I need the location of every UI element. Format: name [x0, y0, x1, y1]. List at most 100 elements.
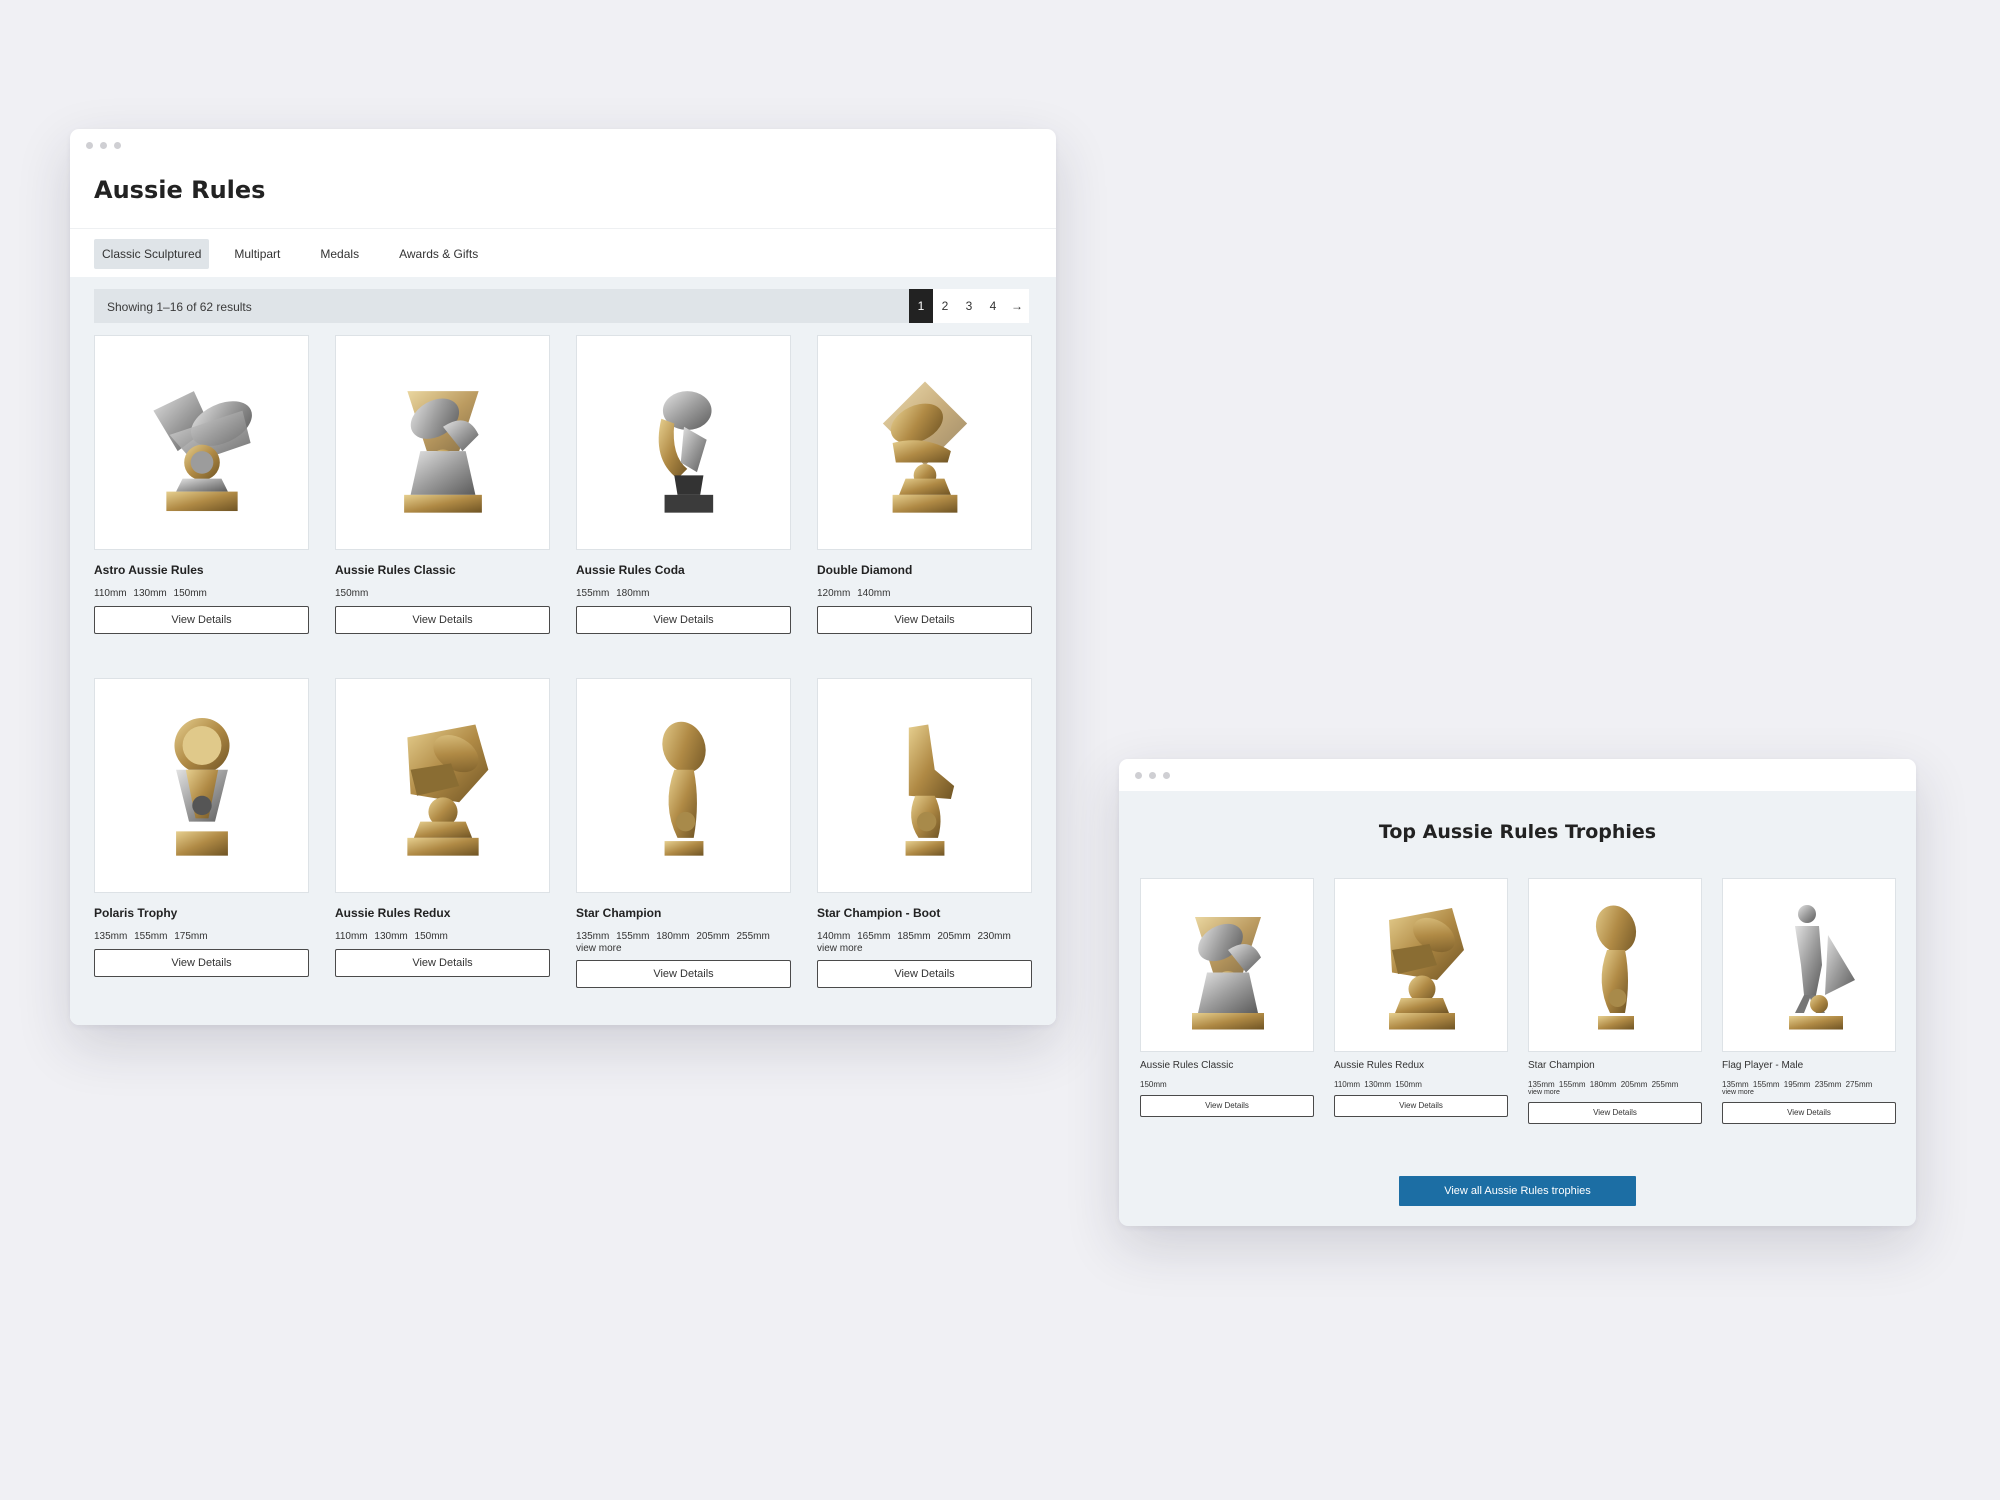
product-image[interactable]	[1722, 878, 1896, 1052]
tab-classic-sculptured[interactable]: Classic Sculptured	[94, 239, 210, 269]
product-sizes: 135mm 155mm 180mm 205mm 255mm	[576, 931, 770, 942]
product-image[interactable]	[817, 335, 1032, 550]
trophy-icon	[658, 391, 714, 513]
product-image[interactable]	[1528, 878, 1702, 1052]
trophy-icon	[1389, 908, 1464, 1030]
view-details-button[interactable]: View Details	[1722, 1102, 1896, 1124]
product-sizes: 150mm	[335, 588, 369, 599]
view-details-button[interactable]: View Details	[1140, 1095, 1314, 1117]
product-card: Aussie Rules Redux 110mm 130mm 150mm Vie…	[335, 678, 550, 988]
product-grid-row-1: Astro Aussie Rules 110mm 130mm 150mm Vie…	[94, 335, 1032, 634]
view-details-button[interactable]: View Details	[94, 606, 309, 634]
page-2[interactable]: 2	[933, 289, 957, 323]
page-1[interactable]: 1	[909, 289, 933, 323]
product-image[interactable]	[576, 678, 791, 893]
trophy-icon	[153, 391, 260, 512]
page-title: Aussie Rules	[94, 176, 266, 204]
product-card: Star Champion 135mm 155mm 180mm 205mm 25…	[576, 678, 791, 988]
top-products-grid: Aussie Rules Classic 150mm View Details …	[1140, 878, 1896, 1124]
product-name[interactable]: Aussie Rules Classic	[1140, 1060, 1314, 1071]
view-more-link[interactable]: view more	[1528, 1089, 1702, 1096]
view-more-link[interactable]: view more	[817, 943, 1032, 954]
product-name[interactable]: Aussie Rules Classic	[335, 563, 550, 577]
product-sizes: 110mm 130mm 150mm	[335, 931, 448, 942]
product-sizes: 140mm 165mm 185mm 205mm 230mm	[817, 931, 1011, 942]
product-name[interactable]: Double Diamond	[817, 563, 1032, 577]
trophy-icon	[407, 724, 489, 856]
trophy-icon	[882, 381, 968, 513]
product-sizes: 135mm 155mm 195mm 235mm 275mm	[1722, 1080, 1873, 1089]
product-image[interactable]	[576, 335, 791, 550]
top-trophies-window: Top Aussie Rules Trophies Aussie Rules C…	[1119, 759, 1916, 1226]
view-all-button[interactable]: View all Aussie Rules trophies	[1399, 1176, 1636, 1206]
window-dot-icon	[86, 142, 93, 149]
product-card: Star Champion - Boot 140mm 165mm 185mm 2…	[817, 678, 1032, 988]
window-controls	[1135, 772, 1170, 779]
product-name[interactable]: Star Champion	[576, 906, 791, 920]
product-card: Flag Player - Male 135mm 155mm 195mm 235…	[1722, 878, 1896, 1124]
view-details-button[interactable]: View Details	[576, 960, 791, 988]
view-details-button[interactable]: View Details	[1528, 1102, 1702, 1124]
product-card: Aussie Rules Coda 155mm 180mm View Detai…	[576, 335, 791, 634]
product-sizes: 135mm 155mm 180mm 205mm 255mm	[1528, 1080, 1679, 1089]
product-image[interactable]	[817, 678, 1032, 893]
view-details-button[interactable]: View Details	[94, 949, 309, 977]
product-image[interactable]	[1140, 878, 1314, 1052]
tab-medals[interactable]: Medals	[305, 239, 374, 269]
view-details-button[interactable]: View Details	[576, 606, 791, 634]
product-name[interactable]: Star Champion - Boot	[817, 906, 1032, 920]
window-controls	[86, 142, 121, 149]
product-image[interactable]	[94, 335, 309, 550]
window-dot-icon	[1135, 772, 1142, 779]
category-tabs: Classic Sculptured Multipart Medals Awar…	[94, 239, 493, 269]
product-sizes: 150mm	[1140, 1080, 1167, 1089]
trophy-icon	[655, 715, 713, 856]
product-name[interactable]: Flag Player - Male	[1722, 1060, 1896, 1071]
window-titlebar	[1119, 759, 1916, 791]
product-name[interactable]: Aussie Rules Redux	[335, 906, 550, 920]
product-card: Star Champion 135mm 155mm 180mm 205mm 25…	[1528, 878, 1702, 1124]
arrow-right-icon[interactable]: →	[1005, 289, 1029, 323]
pagination: 1 2 3 4 →	[909, 289, 1029, 323]
window-dot-icon	[100, 142, 107, 149]
product-card: Aussie Rules Redux 110mm 130mm 150mm Vie…	[1334, 878, 1508, 1124]
view-details-button[interactable]: View Details	[335, 949, 550, 977]
tab-awards-gifts[interactable]: Awards & Gifts	[384, 239, 493, 269]
page-3[interactable]: 3	[957, 289, 981, 323]
page-4[interactable]: 4	[981, 289, 1005, 323]
view-details-button[interactable]: View Details	[1334, 1095, 1508, 1117]
trophy-icon	[174, 717, 230, 856]
trophy-icon	[905, 724, 955, 856]
product-name[interactable]: Aussie Rules Coda	[576, 563, 791, 577]
view-more-link[interactable]: view more	[1722, 1089, 1896, 1096]
window-dot-icon	[1149, 772, 1156, 779]
view-details-button[interactable]: View Details	[335, 606, 550, 634]
trophy-icon	[403, 390, 482, 513]
product-card: Astro Aussie Rules 110mm 130mm 150mm Vie…	[94, 335, 309, 634]
divider	[70, 228, 1056, 229]
product-image[interactable]	[94, 678, 309, 893]
product-name[interactable]: Astro Aussie Rules	[94, 563, 309, 577]
product-card: Aussie Rules Classic 150mm View Details	[1140, 878, 1314, 1124]
section-title: Top Aussie Rules Trophies	[1378, 821, 1657, 843]
trophy-icon	[1191, 916, 1264, 1030]
product-image[interactable]	[335, 678, 550, 893]
product-sizes: 120mm 140mm	[817, 588, 891, 599]
results-bar: Showing 1–16 of 62 results 1 2 3 4 →	[94, 289, 1029, 323]
product-sizes: 110mm 130mm 150mm	[94, 588, 207, 599]
product-card: Polaris Trophy 135mm 155mm 175mm View De…	[94, 678, 309, 988]
view-more-link[interactable]: view more	[576, 943, 791, 954]
view-details-button[interactable]: View Details	[817, 606, 1032, 634]
product-image[interactable]	[1334, 878, 1508, 1052]
product-image[interactable]	[335, 335, 550, 550]
product-name[interactable]: Star Champion	[1528, 1060, 1702, 1071]
product-name[interactable]: Aussie Rules Redux	[1334, 1060, 1508, 1071]
window-dot-icon	[114, 142, 121, 149]
tab-multipart[interactable]: Multipart	[219, 239, 295, 269]
view-details-button[interactable]: View Details	[817, 960, 1032, 988]
product-name[interactable]: Polaris Trophy	[94, 906, 309, 920]
product-card: Aussie Rules Classic 150mm View Details	[335, 335, 550, 634]
product-listing: Showing 1–16 of 62 results 1 2 3 4 → Ast…	[70, 277, 1056, 1025]
product-sizes: 110mm 130mm 150mm	[1334, 1080, 1422, 1089]
product-grid-row-2: Polaris Trophy 135mm 155mm 175mm View De…	[94, 678, 1032, 988]
